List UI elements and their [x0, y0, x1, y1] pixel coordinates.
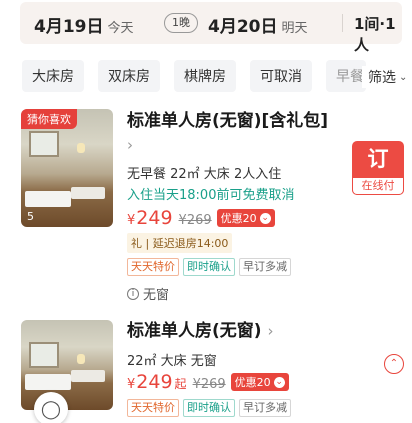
- original-price: ¥269: [192, 377, 226, 392]
- room-title-text: 标准单人房(无窗): [127, 321, 262, 341]
- badge-instant-confirm: 即时确认: [183, 258, 235, 276]
- screen-filter-button[interactable]: 筛选 ⌄: [362, 66, 408, 88]
- checkin-date-group[interactable]: 4月19日 今天: [34, 12, 134, 37]
- room-price: 249: [136, 371, 173, 393]
- badge-daily-special: 天天特价: [127, 258, 179, 276]
- promo-badges: 天天特价 即时确认 早订多减: [127, 399, 291, 417]
- room-guest-selector[interactable]: 1间·1人: [354, 13, 402, 55]
- book-button[interactable]: 订 在线付: [352, 141, 404, 195]
- price-suffix: 起: [174, 377, 187, 391]
- cancel-policy: 入住当天18:00前可免费取消: [127, 188, 295, 203]
- room-window-decor: [29, 131, 59, 157]
- gift-package-tag: 礼 | 延迟退房14:00: [127, 233, 233, 253]
- room-bed-decor: [71, 187, 105, 199]
- info-icon: i: [127, 287, 139, 300]
- filter-chip-breakfast[interactable]: 早餐: [326, 60, 366, 92]
- room-bed-decor: [25, 374, 71, 390]
- room-spec: 无早餐 22㎡ 大床 2人入住: [127, 167, 282, 182]
- room-window-decor: [29, 342, 59, 368]
- badge-early-booking: 早订多减: [239, 399, 291, 417]
- badge-instant-confirm: 即时确认: [183, 399, 235, 417]
- coupon-text: 优惠20: [220, 212, 257, 225]
- price-row: ¥ 249 起 ¥269 优惠20 ⌄: [127, 371, 289, 393]
- checkout-weekday: 明天: [281, 21, 308, 36]
- photo-count: 5: [27, 210, 34, 223]
- coupon-text: 优惠20: [234, 376, 271, 389]
- checkout-date-group[interactable]: 4月20日 明天: [208, 12, 308, 37]
- chevron-down-icon: ⌄: [273, 376, 285, 388]
- chevron-right-icon: ›: [267, 322, 274, 340]
- screen-filter-label: 筛选: [368, 70, 396, 86]
- room-bed-decor: [71, 370, 105, 382]
- coupon-badge[interactable]: 优惠20 ⌄: [216, 209, 275, 227]
- checkin-date: 4月19日: [34, 17, 104, 37]
- date-selector-bar[interactable]: 4月19日 今天 1晚 4月20日 明天 1间·1人: [20, 2, 402, 54]
- divider: [342, 14, 343, 32]
- room-title-text: 标准单人房(无窗)[含礼包]: [127, 111, 329, 131]
- badge-daily-special: 天天特价: [127, 399, 179, 417]
- room-lamp-decor: [77, 354, 85, 364]
- expand-chevron-up-icon[interactable]: ⌃: [384, 354, 404, 374]
- room-bed-decor: [25, 191, 71, 207]
- checkin-weekday: 今天: [107, 21, 134, 36]
- filter-row: 大床房 双床房 棋牌房 可取消 早餐 筛选 ⌄: [22, 60, 412, 92]
- customer-service-icon[interactable]: ◯: [34, 392, 68, 423]
- checkout-date: 4月20日: [208, 17, 278, 37]
- currency-symbol: ¥: [127, 213, 136, 228]
- filter-chip-mahjong-room[interactable]: 棋牌房: [174, 60, 236, 92]
- room-price: 249: [136, 207, 173, 229]
- filter-chip-king-bed[interactable]: 大床房: [22, 60, 84, 92]
- filter-chip-twin-bed[interactable]: 双床房: [98, 60, 160, 92]
- currency-symbol: ¥: [127, 377, 136, 392]
- badge-early-booking: 早订多减: [239, 258, 291, 276]
- no-window-text: 无窗: [143, 288, 170, 303]
- promo-badges: 天天特价 即时确认 早订多减: [127, 258, 291, 276]
- nights-badge: 1晚: [164, 13, 198, 33]
- chevron-down-icon: ⌄: [399, 71, 408, 83]
- price-row: ¥ 249 ¥269 优惠20 ⌄: [127, 207, 275, 229]
- room-title[interactable]: 标准单人房(无窗)[含礼包] ›: [127, 109, 339, 157]
- guess-you-like-tag: 猜你喜欢: [21, 109, 77, 129]
- room-photo[interactable]: [21, 320, 113, 410]
- book-label: 订: [367, 147, 389, 171]
- coupon-badge[interactable]: 优惠20 ⌄: [230, 373, 289, 391]
- original-price: ¥269: [178, 213, 212, 228]
- filter-chip-cancellable[interactable]: 可取消: [250, 60, 312, 92]
- room-lamp-decor: [77, 143, 85, 153]
- chevron-right-icon: ›: [127, 136, 133, 154]
- chevron-down-icon: ⌄: [259, 212, 271, 224]
- online-pay-label: 在线付: [352, 178, 404, 195]
- room-photo[interactable]: 猜你喜欢 5: [21, 109, 113, 227]
- room-spec: 22㎡ 大床 无窗: [127, 354, 217, 369]
- room-title[interactable]: 标准单人房(无窗) ›: [127, 319, 273, 343]
- no-window-note: i 无窗: [127, 284, 169, 303]
